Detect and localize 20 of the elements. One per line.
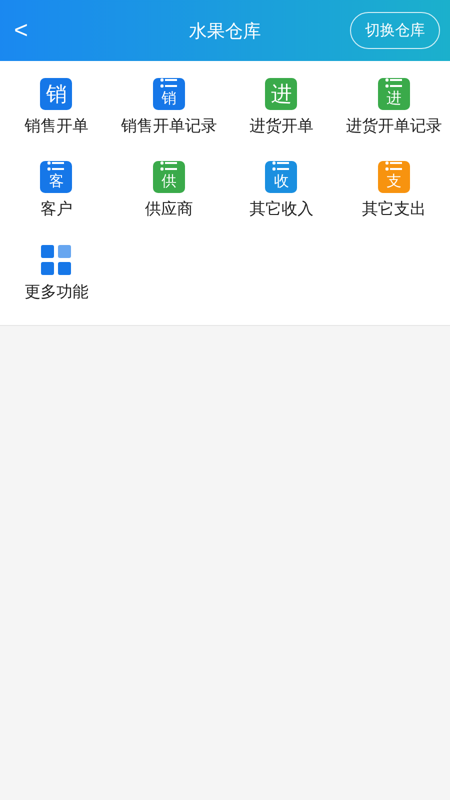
function-label[interactable]: 更多功能 bbox=[24, 282, 88, 303]
function-label[interactable]: 销售开单记录 bbox=[120, 116, 217, 137]
back-button[interactable]: < bbox=[0, 18, 42, 42]
function-label[interactable]: 进货开单记录 bbox=[346, 116, 442, 137]
list-icon: 进 bbox=[378, 78, 410, 110]
list-icon: 客 bbox=[40, 161, 72, 193]
function-label[interactable]: 销售开单 bbox=[24, 116, 88, 137]
list-icon: 支 bbox=[378, 161, 410, 193]
list-icon: 供 bbox=[152, 161, 185, 193]
page-title: 水果仓库 bbox=[189, 20, 261, 42]
function-label[interactable]: 客户 bbox=[40, 199, 72, 220]
list-icon: 销 bbox=[152, 78, 185, 110]
list-icon: 收 bbox=[265, 161, 298, 193]
sales-icon: 销 bbox=[40, 78, 72, 110]
sales-icon: 进 bbox=[265, 78, 298, 110]
function-label[interactable]: 其它支出 bbox=[362, 199, 426, 220]
grid-icon bbox=[41, 245, 72, 275]
function-label[interactable]: 进货开单 bbox=[249, 116, 314, 137]
function-label[interactable]: 其它收入 bbox=[249, 199, 314, 220]
function-label[interactable]: 供应商 bbox=[144, 199, 193, 220]
